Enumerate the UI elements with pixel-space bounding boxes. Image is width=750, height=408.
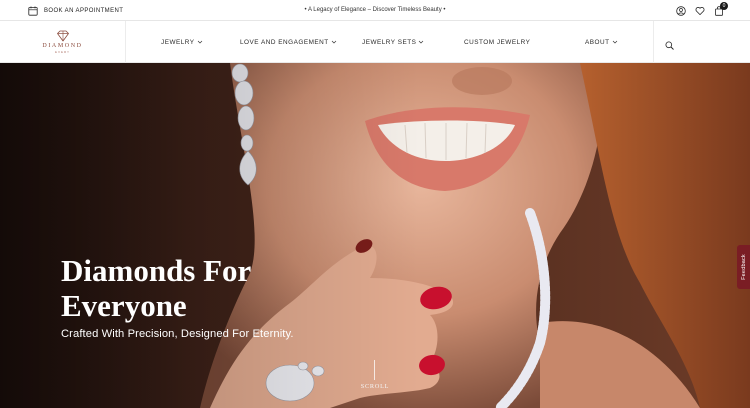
- nav-item-label: JEWELRY SETS: [362, 38, 417, 46]
- cart-count-badge: 0: [720, 1, 728, 10]
- book-appointment-link[interactable]: BOOK AN APPOINTMENT: [28, 0, 123, 21]
- utility-icons: 0: [676, 0, 728, 21]
- nav-item-love-and-engagement[interactable]: LOVE AND ENGAGEMENT: [240, 21, 337, 63]
- account-icon[interactable]: [676, 5, 686, 16]
- feedback-tab-label: Feedback: [740, 254, 747, 280]
- main-header: DIAMOND EVERY JEWELRY LOVE AND ENGAGEMEN…: [0, 21, 750, 63]
- hero-title-line-1: Diamonds For: [61, 253, 252, 288]
- nav-item-label: CUSTOM JEWELRY: [464, 38, 531, 46]
- nav-item-label: LOVE AND ENGAGEMENT: [240, 38, 329, 46]
- feedback-tab[interactable]: Feedback: [737, 245, 750, 289]
- scroll-indicator-line: [374, 360, 375, 380]
- chevron-down-icon: [331, 39, 337, 45]
- hero-subtitle: Crafted With Precision, Designed For Ete…: [61, 328, 294, 340]
- bag-icon[interactable]: 0: [714, 1, 728, 16]
- nav-item-jewelry[interactable]: JEWELRY: [161, 21, 203, 63]
- search-icon[interactable]: [665, 37, 674, 50]
- hero-photo: [0, 63, 750, 408]
- nav-item-custom-jewelry[interactable]: CUSTOM JEWELRY: [464, 21, 530, 63]
- calendar-icon: [28, 6, 38, 16]
- logo-subtitle: EVERY: [54, 50, 71, 54]
- diamond-logo-icon: [56, 30, 70, 42]
- nav-item-about[interactable]: ABOUT: [585, 21, 618, 63]
- hero-banner: Diamonds For Everyone Crafted With Preci…: [0, 63, 750, 408]
- chevron-down-icon: [418, 39, 424, 45]
- main-nav: JEWELRY LOVE AND ENGAGEMENT JEWELRY SETS…: [126, 21, 653, 63]
- chevron-down-icon: [197, 39, 203, 45]
- hero-title-line-2: Everyone: [61, 288, 187, 323]
- nav-item-label: JEWELRY: [161, 38, 195, 46]
- nav-item-jewelry-sets[interactable]: JEWELRY SETS: [362, 21, 424, 63]
- nav-item-label: ABOUT: [585, 38, 610, 46]
- search-area: [653, 21, 750, 63]
- chevron-down-icon: [612, 39, 618, 45]
- heart-icon[interactable]: [695, 6, 705, 16]
- logo-name: DIAMOND: [42, 43, 83, 49]
- book-appointment-label: BOOK AN APPOINTMENT: [44, 7, 124, 14]
- announcement-bar: BOOK AN APPOINTMENT • A Legacy of Elegan…: [0, 0, 750, 21]
- hero-title: Diamonds For Everyone: [61, 253, 341, 323]
- scroll-indicator-label[interactable]: SCROLL: [340, 383, 410, 390]
- logo[interactable]: DIAMOND EVERY: [0, 21, 126, 63]
